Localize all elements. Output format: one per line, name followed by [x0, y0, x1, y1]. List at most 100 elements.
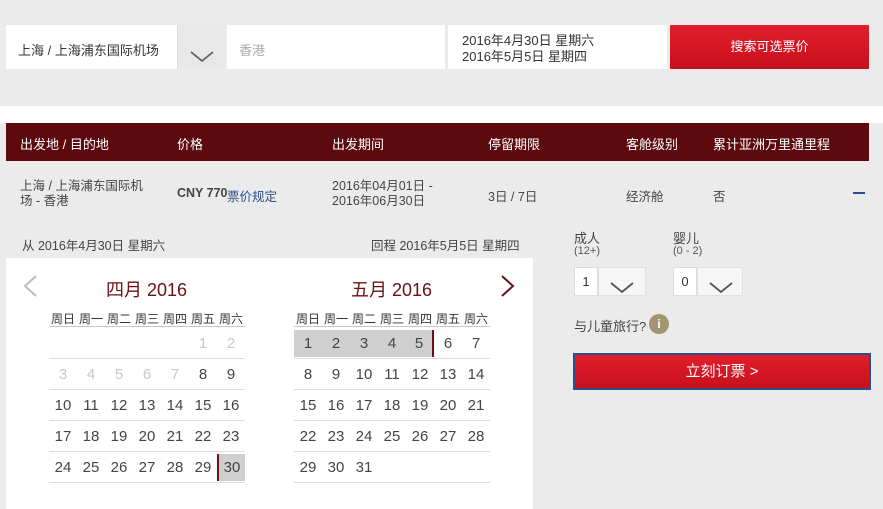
- calendar-day[interactable]: 19: [105, 423, 133, 450]
- calendar-day[interactable]: 4: [378, 330, 406, 357]
- calendar-day[interactable]: 17: [350, 392, 378, 419]
- weekday-label: 周五: [191, 312, 216, 326]
- calendar-day[interactable]: 20: [434, 392, 462, 419]
- adult-count-input[interactable]: 1: [574, 267, 598, 296]
- calendar-day[interactable]: 16: [322, 392, 350, 419]
- calendar-panel: 从 2016年4月30日 星期六 回程 2016年5月5日 星期四 四月 201…: [6, 226, 533, 509]
- calendar-day[interactable]: 13: [434, 361, 462, 388]
- calendar-day[interactable]: 9: [217, 361, 245, 388]
- weekday-label: 周日: [51, 312, 76, 326]
- weekday-label: 周四: [408, 312, 433, 326]
- chevron-left-icon[interactable]: [22, 274, 38, 298]
- calendar-day[interactable]: 7: [462, 330, 490, 357]
- calendar-day[interactable]: 21: [462, 392, 490, 419]
- calendar-day: 2: [226, 335, 236, 352]
- origin-dropdown-toggle[interactable]: [177, 25, 225, 69]
- calendar-day[interactable]: 20: [133, 423, 161, 450]
- calendar-day[interactable]: 22: [294, 423, 322, 450]
- calendar-day[interactable]: 27: [133, 454, 161, 481]
- origin-field[interactable]: 上海 / 上海浦东国际机场: [6, 25, 177, 69]
- weekday-label: 周六: [464, 312, 489, 326]
- calendar-day[interactable]: 15: [189, 392, 217, 419]
- travel-with-children-label: 与儿童旅行?: [574, 319, 647, 334]
- period-line-2: 2016年06月30日: [332, 194, 426, 208]
- calendar-day[interactable]: 22: [189, 423, 217, 450]
- header-route: 出发地 / 目的地: [20, 137, 109, 152]
- calendar-row-divider: [49, 358, 245, 359]
- calendar-day[interactable]: 8: [294, 361, 322, 388]
- calendar-row-divider: [49, 482, 245, 483]
- calendar-day: 6: [142, 366, 152, 383]
- calendar-day: 7: [170, 366, 180, 383]
- chevron-right-icon[interactable]: [500, 274, 516, 298]
- fare-row[interactable]: 上海 / 上海浦东国际机 场 - 香港 CNY 770 票价规定 2016年04…: [6, 161, 883, 225]
- period-line-1: 2016年04月01日 -: [332, 179, 433, 193]
- calendar-day[interactable]: 26: [406, 423, 434, 450]
- calendar-day[interactable]: 25: [378, 423, 406, 450]
- weekday-label: 周二: [107, 312, 132, 326]
- calendar-day[interactable]: 14: [462, 361, 490, 388]
- calendar-day[interactable]: 10: [350, 361, 378, 388]
- calendar-day[interactable]: 18: [77, 423, 105, 450]
- calendar-day: 5: [114, 366, 124, 383]
- calendar-day[interactable]: 30: [322, 454, 350, 481]
- calendar-day[interactable]: 12: [406, 361, 434, 388]
- route-line-2: 场 - 香港: [20, 194, 69, 208]
- calendar-day[interactable]: 30: [217, 454, 245, 481]
- infant-count-dropdown[interactable]: [697, 267, 743, 296]
- calendar-day: 4: [86, 366, 96, 383]
- fare-price: CNY 770: [177, 186, 228, 200]
- calendar-row-divider: [294, 358, 490, 359]
- collapse-icon[interactable]: [853, 192, 865, 194]
- calendar-day[interactable]: 3: [350, 330, 378, 357]
- adult-count-dropdown[interactable]: [598, 267, 646, 296]
- weekday-divider: [294, 326, 490, 327]
- calendar-day[interactable]: 24: [49, 454, 77, 481]
- calendar-day[interactable]: 10: [49, 392, 77, 419]
- infant-count-input[interactable]: 0: [673, 267, 697, 296]
- info-icon[interactable]: i: [649, 314, 669, 334]
- weekday-label: 周日: [296, 312, 321, 326]
- calendar-day[interactable]: 15: [294, 392, 322, 419]
- destination-input[interactable]: 香港: [227, 25, 445, 69]
- search-bar: 上海 / 上海浦东国际机场 香港 2016年4月30日 星期六 2016年5月5…: [0, 0, 883, 106]
- search-fares-button[interactable]: 搜索可选票价: [670, 25, 869, 69]
- calendar-day[interactable]: 17: [49, 423, 77, 450]
- calendar-day[interactable]: 31: [350, 454, 378, 481]
- calendar-day[interactable]: 5: [406, 330, 434, 357]
- calendar-day[interactable]: 24: [350, 423, 378, 450]
- date-range-field[interactable]: 2016年4月30日 星期六 2016年5月5日 星期四: [448, 25, 667, 69]
- calendar-day[interactable]: 23: [322, 423, 350, 450]
- calendar-day[interactable]: 16: [217, 392, 245, 419]
- weekday-divider: [49, 326, 245, 327]
- calendar-day[interactable]: 21: [161, 423, 189, 450]
- calendar-day[interactable]: 12: [105, 392, 133, 419]
- calendar-day[interactable]: 28: [161, 454, 189, 481]
- calendar-day[interactable]: 8: [189, 361, 217, 388]
- calendar-day[interactable]: 19: [406, 392, 434, 419]
- calendar-day[interactable]: 29: [294, 454, 322, 481]
- calendar-day[interactable]: 6: [434, 330, 462, 357]
- calendar-day[interactable]: 1: [294, 330, 322, 357]
- calendar-day[interactable]: 9: [322, 361, 350, 388]
- calendar-day[interactable]: 29: [189, 454, 217, 481]
- calendar-day[interactable]: 11: [378, 361, 406, 388]
- calendar-day[interactable]: 25: [77, 454, 105, 481]
- calendar-day[interactable]: 26: [105, 454, 133, 481]
- calendar-day[interactable]: 23: [217, 423, 245, 450]
- calendar-day[interactable]: 28: [462, 423, 490, 450]
- weekday-label: 周四: [163, 312, 188, 326]
- calendar-day[interactable]: 13: [133, 392, 161, 419]
- weekday-label: 周一: [324, 312, 349, 326]
- calendar-day[interactable]: 27: [434, 423, 462, 450]
- fare-period: 2016年04月01日 - 2016年06月30日: [332, 179, 433, 209]
- fare-rules-link[interactable]: 票价规定: [227, 186, 277, 205]
- calendar-header: 从 2016年4月30日 星期六 回程 2016年5月5日 星期四: [6, 226, 533, 258]
- calendar-day[interactable]: 18: [378, 392, 406, 419]
- calendar-day[interactable]: 14: [161, 392, 189, 419]
- header-cabin: 客舱级别: [626, 137, 679, 152]
- calendar-day[interactable]: 11: [77, 392, 105, 419]
- calendar-day[interactable]: 2: [322, 330, 350, 357]
- header-period: 出发期间: [332, 137, 385, 152]
- book-now-button[interactable]: 立刻订票 >: [573, 353, 871, 390]
